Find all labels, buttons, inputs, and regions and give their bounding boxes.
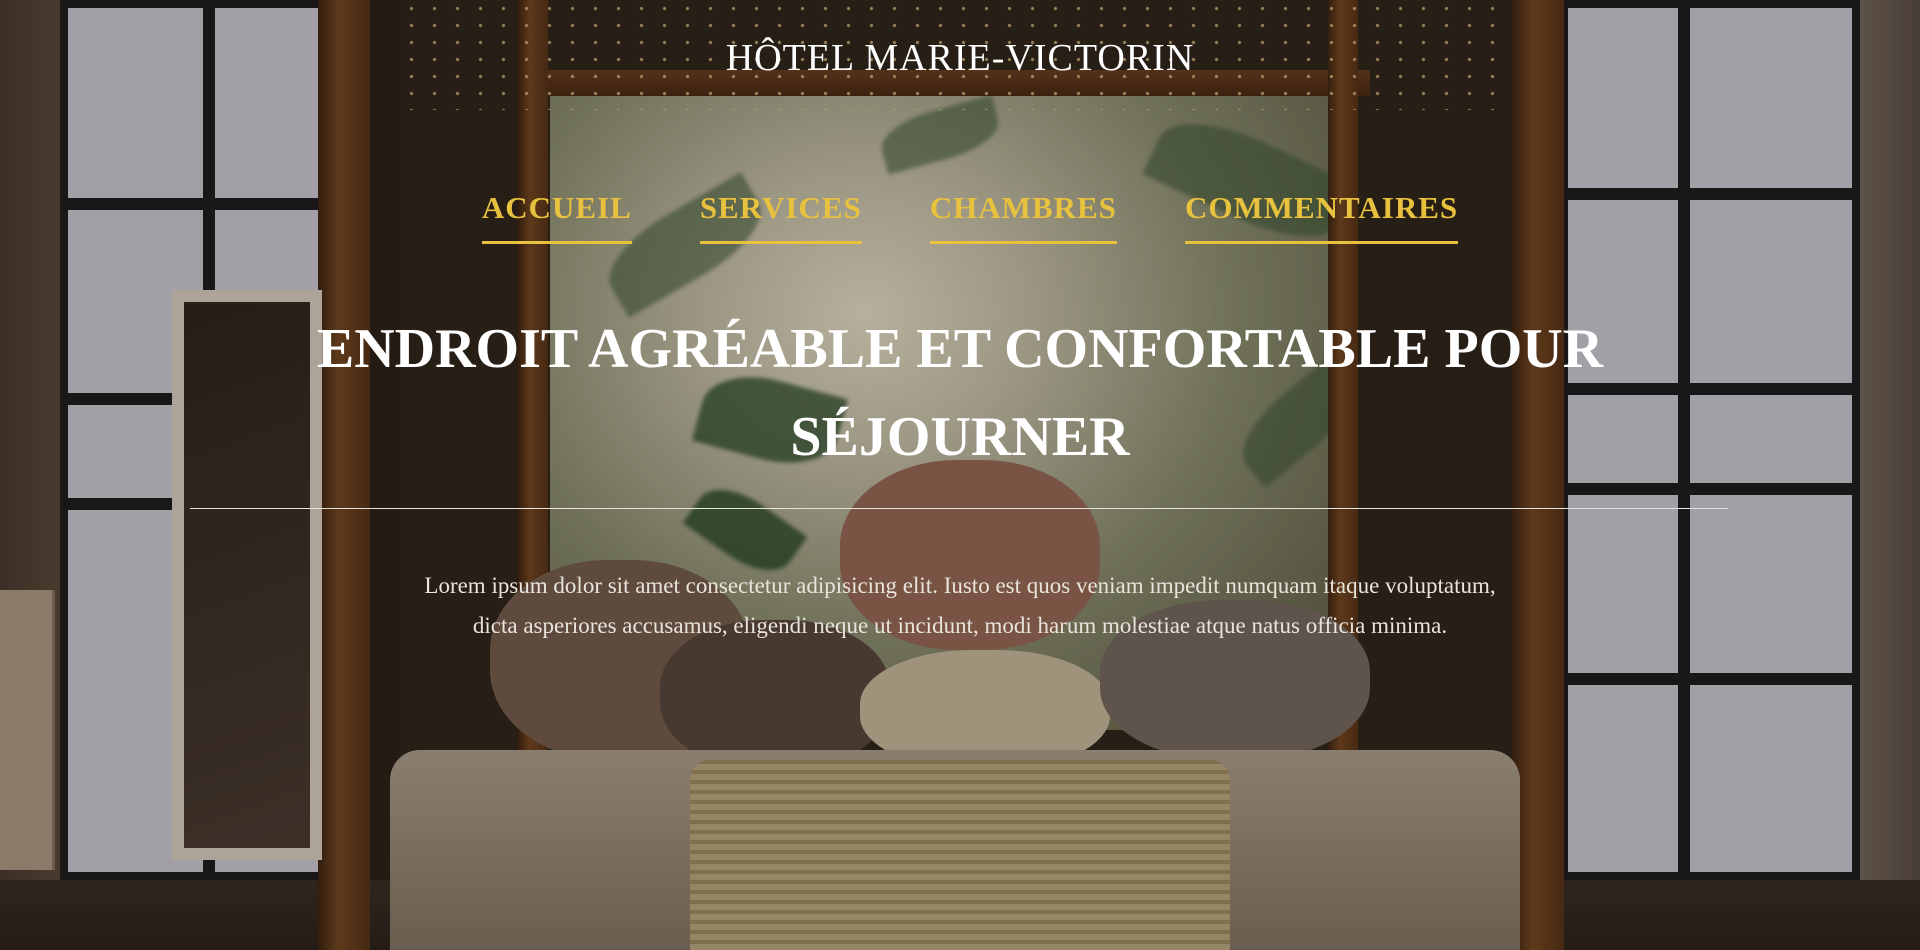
main-nav: ACCUEIL SERVICES CHAMBRES COMMENTAIRES bbox=[0, 190, 1920, 244]
site-title: HÔTEL MARIE-VICTORIN bbox=[725, 37, 1195, 79]
hero-headline: ENDROIT AGRÉABLE ET CONFORTABLE POUR SÉJ… bbox=[316, 318, 1604, 468]
nav-link-chambres[interactable]: CHAMBRES bbox=[929, 190, 1117, 244]
hero-divider bbox=[190, 508, 1728, 509]
nav-link-commentaires[interactable]: COMMENTAIRES bbox=[1184, 190, 1459, 244]
hero-intro-text: Lorem ipsum dolor sit amet consectetur a… bbox=[424, 573, 1496, 638]
nav-link-accueil[interactable]: ACCUEIL bbox=[481, 190, 632, 244]
nav-link-services[interactable]: SERVICES bbox=[699, 190, 862, 244]
